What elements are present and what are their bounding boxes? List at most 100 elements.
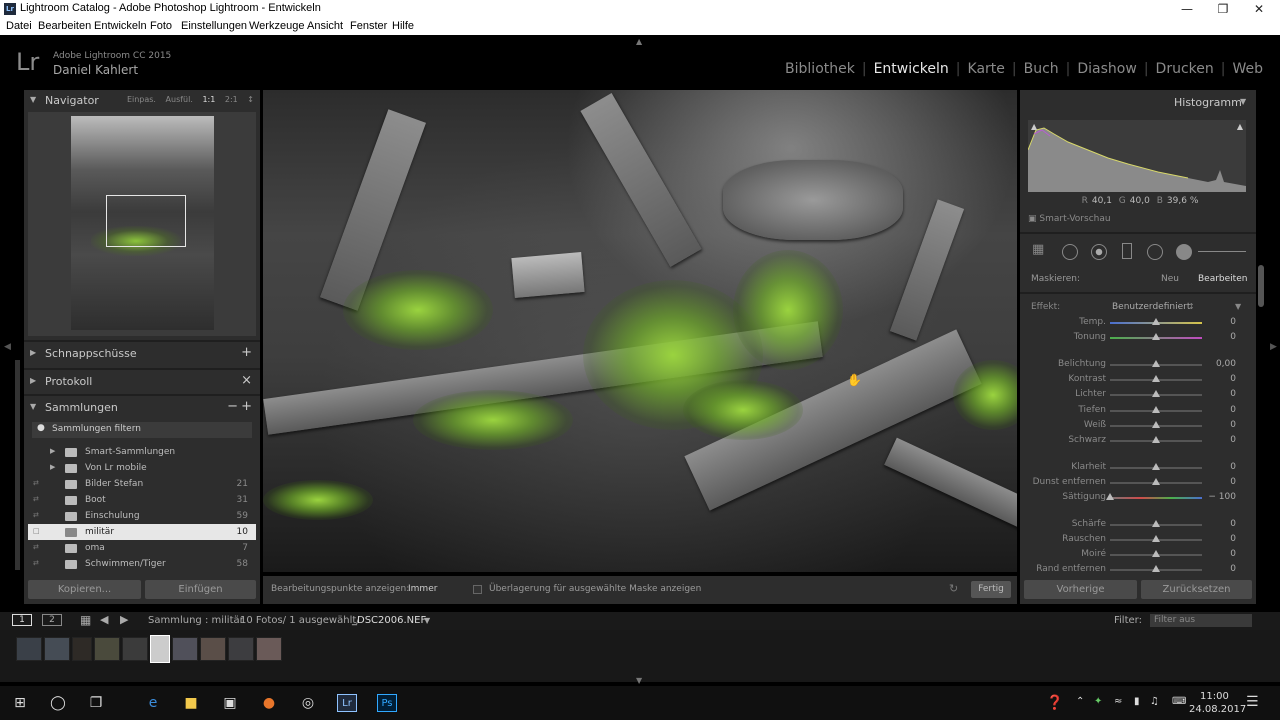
photoshop-taskbar-icon[interactable]: Ps [377, 694, 397, 712]
filmstrip-thumbnail[interactable] [150, 635, 170, 663]
menu-fenster[interactable]: Fenster [350, 20, 387, 32]
module-diashow[interactable]: Diashow [1070, 61, 1143, 77]
store-icon[interactable]: ▣ [220, 694, 240, 712]
back-arrow-icon[interactable]: ◀ [100, 613, 108, 626]
zoom-fill[interactable]: Ausfül. [166, 95, 193, 104]
windows-start-icon[interactable]: ⊞ [10, 694, 30, 712]
volume-icon[interactable]: ♫ [1150, 696, 1159, 707]
collections-filter[interactable]: ● Sammlungen filtern [32, 422, 252, 438]
slider-value[interactable]: 0 [1230, 534, 1236, 544]
filmstrip-thumbnail[interactable] [44, 637, 70, 661]
slider-value[interactable]: 0 [1230, 389, 1236, 399]
firefox-icon[interactable]: ● [259, 694, 279, 712]
mask-overlay-checkbox[interactable] [473, 585, 482, 594]
main-photo[interactable]: ✋ [263, 90, 1017, 572]
slider-value[interactable]: 0 [1230, 374, 1236, 384]
histogram-header[interactable]: Histogramm ▼ [1020, 92, 1256, 114]
zoom-fit[interactable]: Einpas. [127, 95, 156, 104]
slider-knob[interactable] [1152, 421, 1160, 428]
menu-hilfe[interactable]: Hilfe [392, 20, 414, 32]
histogram[interactable]: ▲ ▲ [1028, 120, 1246, 192]
navigator-header[interactable]: ▼ Navigator Einpas. Ausfül. 1:1 2:1 ↕ [24, 90, 260, 112]
slider-knob[interactable] [1152, 565, 1160, 572]
slider-value[interactable]: 0 [1230, 549, 1236, 559]
collection-item-boot[interactable]: ⇄ Boot 31 [28, 492, 256, 508]
copy-settings-button[interactable]: Kopieren... [28, 580, 141, 599]
collection-item-smart[interactable]: ▶ Smart-Sammlungen [28, 444, 256, 460]
slider-7[interactable]: Schwarz 0 [1020, 434, 1256, 448]
history-header[interactable]: ▶ Protokoll × [24, 371, 260, 393]
slider-knob[interactable] [1152, 360, 1160, 367]
menu-datei[interactable]: Datei [6, 20, 32, 32]
dropdown-triangle-icon[interactable]: ▼ [424, 616, 430, 625]
filmstrip-thumbnail[interactable] [122, 637, 148, 661]
collections-filter-input[interactable]: Sammlungen filtern [52, 424, 141, 434]
highlight-clipping-icon[interactable]: ▲ [1237, 122, 1243, 131]
slider-knob[interactable] [1152, 535, 1160, 542]
collection-item-militaer[interactable]: □ militär 10 [28, 524, 256, 540]
maximize-button[interactable]: ❐ [1204, 0, 1242, 18]
network-icon[interactable]: ✦ [1094, 696, 1102, 707]
effect-preset-select[interactable]: Benutzerdefiniert [1112, 302, 1190, 312]
slider-knob[interactable] [1152, 318, 1160, 325]
menu-ansicht[interactable]: Ansicht [307, 20, 343, 32]
smart-preview-status[interactable]: ▣ Smart-Vorschau [1028, 214, 1248, 224]
edge-browser-icon[interactable]: e [143, 694, 163, 712]
add-snapshot-button[interactable]: + [241, 345, 252, 360]
slider-knob[interactable] [1152, 478, 1160, 485]
shadow-clipping-icon[interactable]: ▲ [1031, 122, 1037, 131]
slider-knob[interactable] [1152, 520, 1160, 527]
slider-1[interactable]: Tonung 0 [1020, 331, 1256, 345]
slider-value[interactable]: − 100 [1208, 492, 1236, 502]
module-buch[interactable]: Buch [1017, 61, 1066, 77]
remove-collection-button[interactable]: − [227, 399, 238, 414]
slider-knob[interactable] [1152, 375, 1160, 382]
collections-header[interactable]: ▼ Sammlungen − + [24, 397, 260, 419]
menu-werkzeuge[interactable]: Werkzeuge [249, 20, 304, 32]
reset-button[interactable]: Zurücksetzen [1141, 580, 1252, 599]
tray-expand-icon[interactable]: ⌃ [1076, 696, 1084, 707]
file-explorer-icon[interactable]: ■ [181, 694, 201, 712]
menu-entwickeln[interactable]: Entwickeln [94, 20, 147, 32]
spot-removal-icon[interactable] [1062, 244, 1078, 260]
filmstrip-thumbnail[interactable] [172, 637, 198, 661]
slider-5[interactable]: Tiefen 0 [1020, 404, 1256, 418]
filmstrip-thumbnail[interactable] [16, 637, 42, 661]
slider-13[interactable]: Moiré 0 [1020, 548, 1256, 562]
notification-icon[interactable]: ☰ [1246, 694, 1259, 710]
keyboard-icon[interactable]: ⌨ [1172, 696, 1186, 707]
slider-3[interactable]: Kontrast 0 [1020, 373, 1256, 387]
adjustment-brush-icon[interactable] [1176, 244, 1192, 260]
collection-item-bilder-stefan[interactable]: ⇄ Bilder Stefan 21 [28, 476, 256, 492]
mask-new-button[interactable]: Neu [1161, 274, 1179, 284]
file-name[interactable]: _DSC2006.NEF [352, 615, 426, 626]
edit-points-select[interactable]: Immer [408, 584, 437, 594]
slider-4[interactable]: Lichter 0 [1020, 388, 1256, 402]
slider-value[interactable]: 0 [1230, 519, 1236, 529]
collection-item-oma[interactable]: ⇄ oma 7 [28, 540, 256, 556]
collapse-top-arrow-icon[interactable]: ▲ [636, 37, 642, 46]
grid-view-icon[interactable]: ▦ [80, 613, 91, 627]
menu-bearbeiten[interactable]: Bearbeiten [38, 20, 91, 32]
filmstrip-thumbnail[interactable] [228, 637, 254, 661]
slider-track[interactable] [1110, 497, 1202, 499]
module-entwickeln[interactable]: Entwickeln [867, 61, 956, 77]
slider-value[interactable]: 0,00 [1216, 359, 1236, 369]
checkbox-icon[interactable]: □ [33, 527, 40, 535]
slider-knob[interactable] [1152, 390, 1160, 397]
zoom-2-1[interactable]: 2:1 [225, 95, 238, 104]
red-eye-icon[interactable] [1091, 244, 1107, 260]
task-view-icon[interactable]: ❐ [86, 694, 106, 712]
slider-value[interactable]: 0 [1230, 564, 1236, 574]
done-button[interactable]: Fertig [971, 581, 1011, 598]
cortana-search-icon[interactable]: ◯ [48, 694, 68, 712]
source-path[interactable]: Sammlung : militär [148, 615, 244, 626]
slider-value[interactable]: 0 [1230, 317, 1236, 327]
radial-filter-icon[interactable] [1147, 244, 1163, 260]
previous-button[interactable]: Vorherige [1024, 580, 1137, 599]
module-web[interactable]: Web [1225, 61, 1270, 77]
navigator-preview[interactable] [28, 112, 256, 336]
clock-date[interactable]: 24.08.2017 [1189, 704, 1246, 715]
slider-knob[interactable] [1106, 493, 1114, 500]
left-panel-scrollbar[interactable] [15, 360, 20, 570]
